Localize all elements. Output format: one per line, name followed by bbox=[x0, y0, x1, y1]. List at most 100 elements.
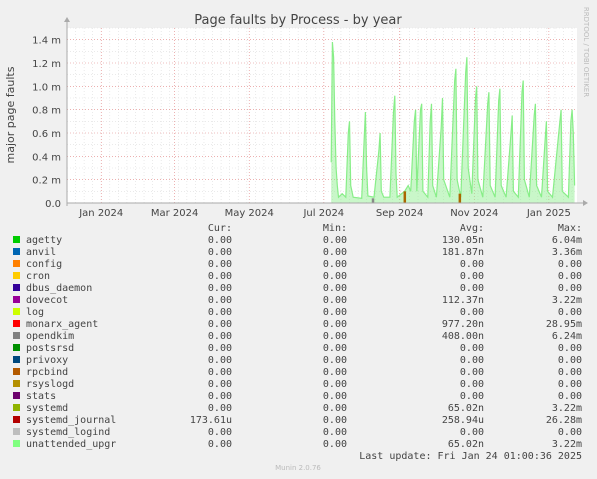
legend-max-value: 0.00 bbox=[558, 379, 582, 390]
legend: Cur: Min: Avg: Max:agetty 0.00 0.00 130.05n 6.0… bbox=[13, 223, 582, 450]
legend-min-value: 0.00 bbox=[323, 247, 347, 258]
legend-max-value: 0.00 bbox=[558, 367, 582, 378]
last-update-text: Last update: Fri Jan 24 01:00:36 2025 bbox=[359, 451, 582, 462]
x-tick-label: Sep 2024 bbox=[376, 208, 423, 219]
legend-min-value: 0.00 bbox=[323, 367, 347, 378]
legend-max-value: 0.00 bbox=[558, 259, 582, 270]
legend-min-value: 0.00 bbox=[323, 439, 347, 450]
y-axis-arrow bbox=[64, 17, 70, 22]
x-tick-label: May 2024 bbox=[225, 208, 274, 219]
y-tick-label: 1.4 m bbox=[32, 36, 61, 47]
legend-avg-value: 0.00 bbox=[460, 283, 484, 294]
chart: Page faults by Process - by year major p… bbox=[4, 7, 590, 472]
legend-swatch bbox=[13, 368, 20, 375]
y-tick-label: 0.6 m bbox=[32, 129, 61, 140]
legend-min-value: 0.00 bbox=[323, 391, 347, 402]
legend-min-value: 0.00 bbox=[323, 271, 347, 282]
legend-name: systemd bbox=[26, 403, 68, 414]
x-tick-label: Jan 2024 bbox=[78, 208, 123, 219]
legend-cur-value: 0.00 bbox=[208, 403, 232, 414]
legend-avg-value: 130.05n bbox=[442, 235, 484, 246]
legend-min-value: 0.00 bbox=[323, 307, 347, 318]
legend-max-value: 0.00 bbox=[558, 391, 582, 402]
legend-min-value: 0.00 bbox=[323, 427, 347, 438]
legend-avg-value: 258.94u bbox=[442, 415, 484, 426]
legend-swatch bbox=[13, 356, 20, 363]
legend-avg-value: 0.00 bbox=[460, 343, 484, 354]
legend-name: agetty bbox=[26, 235, 62, 246]
legend-cur-value: 0.00 bbox=[208, 259, 232, 270]
legend-avg-value: 977.20n bbox=[442, 319, 484, 330]
legend-swatch bbox=[13, 296, 20, 303]
legend-avg-value: 65.02n bbox=[448, 403, 484, 414]
legend-swatch bbox=[13, 320, 20, 327]
y-tick-label: 1.2 m bbox=[32, 59, 61, 70]
legend-max-value: 0.00 bbox=[558, 343, 582, 354]
legend-max-value: 0.00 bbox=[558, 271, 582, 282]
munin-version: Munin 2.0.76 bbox=[275, 464, 321, 472]
legend-max-value: 6.04m bbox=[552, 235, 582, 246]
legend-cur-value: 0.00 bbox=[208, 355, 232, 366]
legend-header-min: Min: bbox=[323, 223, 347, 234]
legend-name: privoxy bbox=[26, 355, 68, 366]
legend-header-cur: Cur: bbox=[208, 223, 232, 234]
legend-max-value: 3.22m bbox=[552, 403, 582, 414]
legend-swatch bbox=[13, 416, 20, 423]
legend-cur-value: 173.61u bbox=[190, 415, 232, 426]
legend-cur-value: 0.00 bbox=[208, 271, 232, 282]
legend-swatch bbox=[13, 428, 20, 435]
legend-max-value: 6.24m bbox=[552, 331, 582, 342]
legend-cur-value: 0.00 bbox=[208, 391, 232, 402]
y-tick-label: 1.0 m bbox=[32, 82, 61, 93]
legend-min-value: 0.00 bbox=[323, 319, 347, 330]
rrdtool-side-label: RRDTOOL / TOBI OETIKER bbox=[582, 7, 590, 97]
legend-swatch bbox=[13, 440, 20, 447]
legend-max-value: 3.36m bbox=[552, 247, 582, 258]
series-mark bbox=[403, 191, 407, 203]
legend-avg-value: 65.02n bbox=[448, 439, 484, 450]
legend-cur-value: 0.00 bbox=[208, 367, 232, 378]
legend-avg-value: 181.87n bbox=[442, 247, 484, 258]
legend-swatch bbox=[13, 284, 20, 291]
legend-name: opendkim bbox=[26, 331, 74, 342]
legend-min-value: 0.00 bbox=[323, 415, 347, 426]
legend-swatch bbox=[13, 308, 20, 315]
y-tick-label: 0.8 m bbox=[32, 106, 61, 117]
series-mark bbox=[371, 198, 375, 203]
legend-name: config bbox=[26, 259, 62, 270]
legend-cur-value: 0.00 bbox=[208, 283, 232, 294]
legend-avg-value: 0.00 bbox=[460, 391, 484, 402]
y-axis-label: major page faults bbox=[4, 66, 17, 163]
legend-cur-value: 0.00 bbox=[208, 307, 232, 318]
legend-avg-value: 112.37n bbox=[442, 295, 484, 306]
legend-avg-value: 0.00 bbox=[460, 379, 484, 390]
y-tick-label: 0.0 bbox=[45, 199, 61, 210]
legend-swatch bbox=[13, 272, 20, 279]
legend-cur-value: 0.00 bbox=[208, 331, 232, 342]
plot-area: 0.0 0.2 m 0.4 m 0.6 m 0.8 m 1.0 m 1.2 m 1.4 m Ja… bbox=[32, 17, 588, 219]
legend-name: dbus_daemon bbox=[26, 283, 92, 294]
legend-avg-value: 408.00n bbox=[442, 331, 484, 342]
legend-name: systemd_logind bbox=[26, 427, 110, 438]
legend-cur-value: 0.00 bbox=[208, 247, 232, 258]
legend-cur-value: 0.00 bbox=[208, 343, 232, 354]
legend-name: dovecot bbox=[26, 295, 68, 306]
legend-name: rpcbind bbox=[26, 367, 68, 378]
x-tick-label: Jul 2024 bbox=[302, 208, 344, 219]
chart-title: Page faults by Process - by year bbox=[194, 13, 402, 28]
legend-min-value: 0.00 bbox=[323, 379, 347, 390]
legend-min-value: 0.00 bbox=[323, 295, 347, 306]
series-mark bbox=[458, 193, 462, 203]
legend-avg-value: 0.00 bbox=[460, 259, 484, 270]
legend-name: stats bbox=[26, 391, 56, 402]
legend-cur-value: 0.00 bbox=[208, 235, 232, 246]
x-tick-label: Mar 2024 bbox=[151, 208, 199, 219]
legend-name: cron bbox=[26, 271, 50, 282]
x-axis-arrow bbox=[583, 200, 588, 206]
legend-min-value: 0.00 bbox=[323, 283, 347, 294]
legend-max-value: 0.00 bbox=[558, 427, 582, 438]
legend-max-value: 0.00 bbox=[558, 307, 582, 318]
y-tick-label: 0.4 m bbox=[32, 152, 61, 163]
legend-min-value: 0.00 bbox=[323, 403, 347, 414]
legend-max-value: 3.22m bbox=[552, 295, 582, 306]
